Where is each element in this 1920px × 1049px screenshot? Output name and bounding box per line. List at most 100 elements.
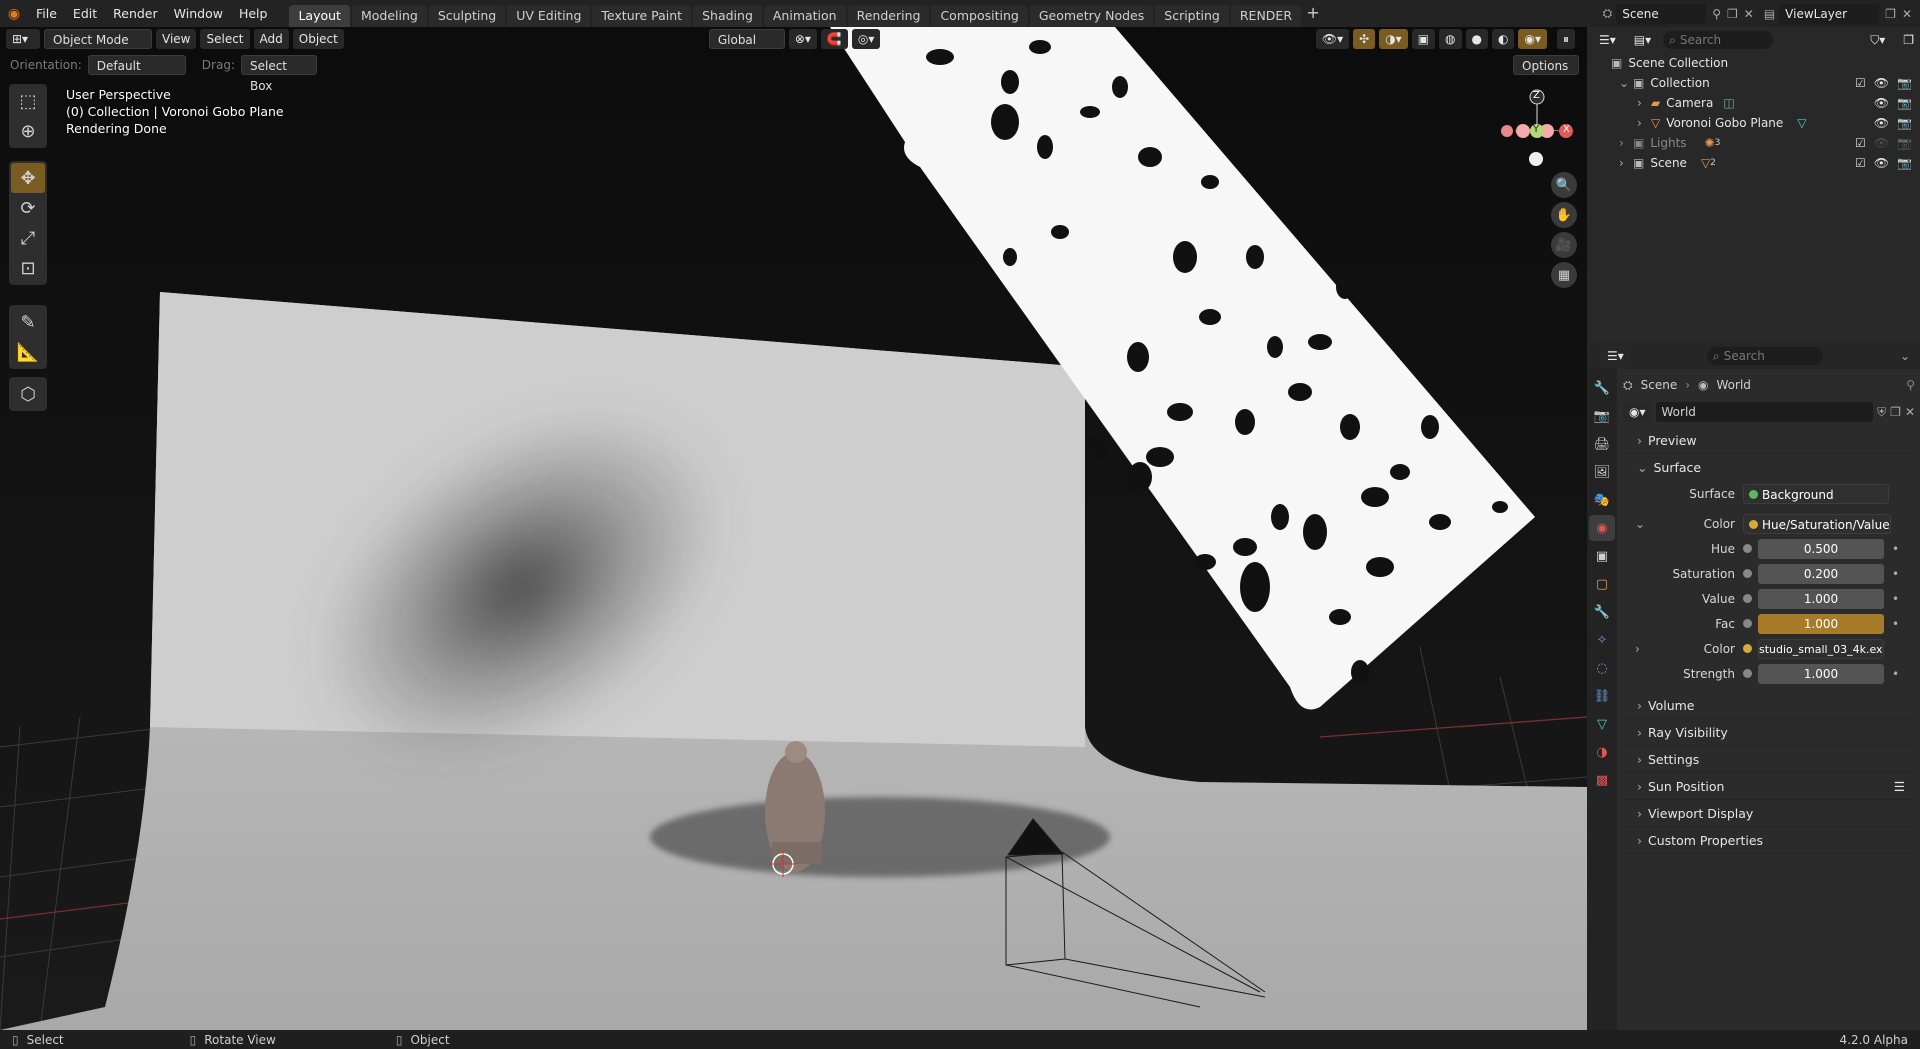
new-viewlayer-icon[interactable]: ❐ xyxy=(1885,7,1896,21)
measure-tool-icon[interactable]: 📐 xyxy=(11,337,45,367)
menu-file[interactable]: File xyxy=(28,0,65,27)
camera-view-icon[interactable]: 🎥 xyxy=(1551,232,1577,258)
scene-tab-icon[interactable]: 🎭 xyxy=(1589,487,1615,513)
panel-settings[interactable]: › Settings xyxy=(1623,746,1915,773)
tab-texture-paint[interactable]: Texture Paint xyxy=(592,5,692,27)
transform-orientation-dropdown[interactable]: Global xyxy=(708,29,785,49)
render-camera-icon[interactable]: 📷 xyxy=(1897,136,1912,150)
menu-help[interactable]: Help xyxy=(231,0,276,27)
outliner-row-scene[interactable]: › ▣ Scene ▽ 2 ☑ 👁 📷 xyxy=(1611,153,1920,173)
tab-layout[interactable]: Layout xyxy=(289,5,350,27)
pause-render-icon[interactable]: ⏸ xyxy=(1556,29,1575,49)
tab-shading[interactable]: Shading xyxy=(693,5,762,27)
keyframe-dot-icon[interactable]: • xyxy=(1892,567,1899,581)
scene-collection-row[interactable]: ▣ Scene Collection xyxy=(1611,53,1920,73)
object-tab-icon[interactable]: ▢ xyxy=(1589,571,1615,597)
collapse-icon[interactable]: ⌄ xyxy=(1619,76,1633,90)
world-name-field[interactable]: World xyxy=(1655,402,1874,422)
panel-preview[interactable]: › Preview xyxy=(1623,427,1915,454)
transform-tool-icon[interactable]: ⊡ xyxy=(11,253,45,283)
render-camera-icon[interactable]: 📷 xyxy=(1897,116,1912,130)
expand-icon[interactable]: › xyxy=(1619,156,1633,170)
pin-icon[interactable]: ⚲ xyxy=(1906,378,1915,392)
tab-geometry-nodes[interactable]: Geometry Nodes xyxy=(1029,5,1154,27)
panel-sun-position[interactable]: › Sun Position ☰ xyxy=(1623,773,1915,800)
pivot-icon[interactable]: ⊗▾ xyxy=(788,29,817,49)
fake-user-icon[interactable]: ⛨ xyxy=(1877,405,1886,420)
new-scene-icon[interactable]: ❐ xyxy=(1727,7,1738,21)
world-browse-icon[interactable]: ◉▾ xyxy=(1623,402,1652,422)
scale-tool-icon[interactable]: ⤢ xyxy=(11,223,45,253)
pan-hand-icon[interactable]: ✋ xyxy=(1551,202,1577,228)
panel-viewport-display[interactable]: › Viewport Display xyxy=(1623,800,1915,827)
camera-data-icon[interactable]: ◫ xyxy=(1723,96,1734,110)
add-menu[interactable]: Add xyxy=(253,29,289,49)
exclude-checkbox-icon[interactable]: ☑ xyxy=(1855,136,1866,150)
physics-tab-icon[interactable]: ◌ xyxy=(1589,655,1615,681)
annotate-tool-icon[interactable]: ✎ xyxy=(11,307,45,337)
keyframe-dot-icon[interactable]: • xyxy=(1892,542,1899,556)
panel-ray-visibility[interactable]: › Ray Visibility xyxy=(1623,719,1915,746)
shading-solid-icon[interactable]: ● xyxy=(1465,29,1488,49)
select-box-tool-icon[interactable]: ⬚ xyxy=(11,86,45,116)
hue-field[interactable]: 0.500 xyxy=(1758,538,1884,559)
editor-type-button[interactable]: ⊞▾ xyxy=(6,29,40,49)
tab-animation[interactable]: Animation xyxy=(763,5,846,27)
tab-render[interactable]: RENDER xyxy=(1230,5,1302,27)
keyframe-dot-icon[interactable]: • xyxy=(1892,617,1899,631)
perspective-toggle-icon[interactable]: ▦ xyxy=(1551,262,1577,288)
zoom-icon[interactable]: 🔍 xyxy=(1551,172,1577,198)
world-tab-icon[interactable]: ◉ xyxy=(1589,515,1615,541)
delete-scene-icon[interactable]: ✕ xyxy=(1744,7,1754,21)
outliner-editor-type-icon[interactable]: ☰▾ xyxy=(1593,30,1622,50)
add-cube-tool-icon[interactable]: ⬡ xyxy=(11,379,45,409)
panel-custom-properties[interactable]: › Custom Properties xyxy=(1623,827,1915,854)
outliner-search[interactable]: ⌕ Search xyxy=(1663,31,1774,49)
tab-scripting[interactable]: Scripting xyxy=(1155,5,1229,27)
view-menu[interactable]: View xyxy=(156,29,197,49)
color-input-node[interactable]: Hue/Saturation/Value xyxy=(1743,513,1891,534)
collapse-header-icon[interactable]: ⌄ xyxy=(1900,349,1910,363)
eye-icon[interactable]: 👁 xyxy=(1874,136,1889,150)
new-collection-icon[interactable]: ❐ xyxy=(1897,30,1920,50)
data-tab-icon[interactable]: ▽ xyxy=(1589,711,1615,737)
tool-tab-icon[interactable]: 🔧 xyxy=(1589,375,1615,401)
fac-field[interactable]: 1.000 xyxy=(1758,613,1884,634)
mode-dropdown[interactable]: Object Mode xyxy=(44,29,152,49)
view-layer-tab-icon[interactable]: 🖼 xyxy=(1589,459,1615,485)
keyframe-dot-icon[interactable]: • xyxy=(1892,667,1899,681)
blender-logo-icon[interactable]: ◉ xyxy=(0,0,28,27)
tab-rendering[interactable]: Rendering xyxy=(847,5,930,27)
tab-sculpting[interactable]: Sculpting xyxy=(428,5,506,27)
object-menu[interactable]: Object xyxy=(292,29,344,49)
render-tab-icon[interactable]: 📷 xyxy=(1589,403,1615,429)
eye-icon[interactable]: 👁 xyxy=(1874,116,1889,130)
outliner-row-collection[interactable]: ⌄ ▣ Collection ☑ 👁 📷 xyxy=(1611,73,1920,93)
snap-icon[interactable]: 🧲 xyxy=(820,29,848,49)
render-camera-icon[interactable]: 📷 xyxy=(1897,76,1912,90)
viewlayer-field[interactable]: ViewLayer xyxy=(1779,3,1880,24)
unlink-icon[interactable]: ✕ xyxy=(1905,405,1915,419)
menu-window[interactable]: Window xyxy=(166,0,231,27)
delete-viewlayer-icon[interactable]: ✕ xyxy=(1902,7,1912,21)
cursor-tool-icon[interactable]: ⊕ xyxy=(11,116,45,146)
menu-edit[interactable]: Edit xyxy=(65,0,105,27)
duplicate-icon[interactable]: ❐ xyxy=(1890,405,1901,419)
collapse-icon[interactable]: ⌄ xyxy=(1635,517,1649,531)
shading-material-icon[interactable]: ◐ xyxy=(1492,29,1515,49)
expand-icon[interactable]: › xyxy=(1619,136,1633,150)
list-icon[interactable]: ☰ xyxy=(1894,779,1905,794)
keyframe-dot-icon[interactable]: • xyxy=(1892,592,1899,606)
exclude-checkbox-icon[interactable]: ☑ xyxy=(1855,76,1866,90)
breadcrumb-world[interactable]: World xyxy=(1717,378,1751,392)
move-tool-icon[interactable]: ✥ xyxy=(11,163,45,193)
eye-icon[interactable]: 👁 xyxy=(1874,96,1889,110)
outliner-row-lights[interactable]: › ▣ Lights ✺ 3 ☑ 👁 📷 xyxy=(1611,133,1920,153)
display-mode-icon[interactable]: ▤▾ xyxy=(1627,30,1658,50)
expand-icon[interactable]: › xyxy=(1637,96,1651,110)
visibility-icon[interactable]: 👁▾ xyxy=(1315,29,1350,49)
saturation-field[interactable]: 0.200 xyxy=(1758,563,1884,584)
particles-tab-icon[interactable]: ✧ xyxy=(1589,627,1615,653)
eye-icon[interactable]: 👁 xyxy=(1874,156,1889,170)
filter-icon[interactable]: ⛉▾ xyxy=(1864,30,1892,50)
